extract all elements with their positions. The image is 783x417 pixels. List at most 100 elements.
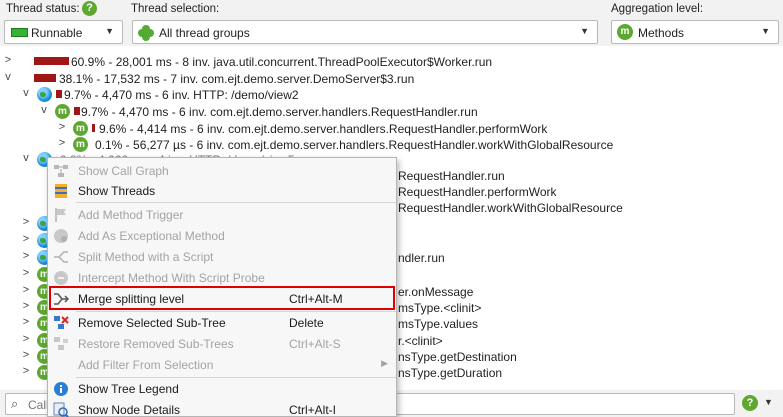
expand-icon[interactable]: > <box>21 250 31 262</box>
tree-node-label: RequestHandler.performWork <box>398 185 557 199</box>
menu-item-label: Add Filter From Selection <box>78 358 214 372</box>
tree-row[interactable]: > 60.9% - 28,001 ms - 8 inv. java.util.c… <box>0 53 783 70</box>
split-icon <box>54 251 68 263</box>
menu-item-label: Show Call Graph <box>78 164 169 178</box>
aggregation-value: Methods <box>638 26 685 40</box>
aggregation-combo[interactable]: m Methods ▼ <box>611 20 779 44</box>
tree-node-label: msType.values <box>398 317 479 331</box>
menu-item-label: Show Node Details <box>78 403 181 417</box>
menu-item-label: Add Method Trigger <box>78 208 184 222</box>
menu-item-intercept-method[interactable]: Intercept Method With Script Probe <box>48 267 396 288</box>
hotspot-bar <box>74 107 80 115</box>
tree-row[interactable]: v 38.1% - 17,532 ms - 7 inv. com.ejt.dem… <box>0 70 783 87</box>
tree-node-label: r.<clinit> <box>398 334 443 348</box>
tree-node-label: msType.<clinit> <box>398 301 482 315</box>
menu-item-show-tree-legend[interactable]: Show Tree Legend <box>48 378 396 399</box>
menu-item-split-method[interactable]: Split Method with a Script <box>48 246 396 267</box>
tree-row[interactable]: v 9.7% - 4,470 ms - 6 inv. HTTP: /demo/v… <box>0 86 783 103</box>
tree-node-label: 60.9% - 28,001 ms - 8 inv. java.util.con… <box>71 55 493 69</box>
method-icon: m <box>617 24 633 40</box>
thread-status-combo[interactable]: Runnable ▼ <box>4 20 123 44</box>
tree-node-label: RequestHandler.workWithGlobalResource <box>398 201 623 215</box>
tree-node-label: RequestHandler.run <box>398 169 505 183</box>
runnable-status-icon <box>11 28 28 37</box>
collapse-icon[interactable]: v <box>21 152 31 164</box>
submenu-arrow-icon: ▶ <box>381 358 388 368</box>
expand-icon[interactable]: > <box>21 284 31 296</box>
expand-icon[interactable]: > <box>21 233 31 245</box>
tree-node-label: er.onMessage <box>398 285 474 299</box>
hotspot-bar <box>92 124 95 132</box>
menu-item-shortcut: Ctrl+Alt-S <box>289 337 341 351</box>
expand-icon[interactable]: > <box>21 333 31 345</box>
menu-item-restore-subtrees[interactable]: Restore Removed Sub-Trees Ctrl+Alt-S <box>48 333 396 354</box>
tree-row[interactable]: v m 9.7% - 4,470 ms - 6 inv. com.ejt.dem… <box>0 103 783 120</box>
expand-icon[interactable]: > <box>3 54 13 66</box>
menu-item-label: Intercept Method With Script Probe <box>78 271 265 285</box>
thread-groups-icon <box>138 25 154 41</box>
menu-item-label: Show Tree Legend <box>78 382 179 396</box>
tree-node-label: 9.7% - 4,470 ms - 6 inv. com.ejt.demo.se… <box>81 105 478 119</box>
menu-item-label: Show Threads <box>78 184 156 198</box>
search-icon: ⌕ <box>11 396 19 411</box>
thread-status-help-icon[interactable]: ? <box>82 1 97 16</box>
menu-item-show-call-graph[interactable]: Show Call Graph <box>48 160 396 181</box>
menu-item-shortcut: Delete <box>289 316 324 330</box>
menu-item-add-filter[interactable]: Add Filter From Selection ▶ <box>48 354 396 375</box>
tree-row[interactable]: > m 9.6% - 4,414 ms - 6 inv. com.ejt.dem… <box>0 120 783 137</box>
tree-node-label: 9.6% - 4,414 ms - 6 inv. com.ejt.demo.se… <box>99 122 548 136</box>
expand-icon[interactable]: > <box>21 300 31 312</box>
probe-icon <box>54 271 68 285</box>
menu-item-label: Remove Selected Sub-Tree <box>78 316 226 330</box>
tree-node-label: 9.7% - 4,470 ms - 6 inv. HTTP: /demo/vie… <box>64 88 299 102</box>
expand-icon[interactable]: > <box>21 216 31 228</box>
menu-item-show-node-details[interactable]: Show Node Details Ctrl+Alt-I <box>48 399 396 417</box>
menu-item-add-method-trigger[interactable]: Add Method Trigger <box>48 204 396 225</box>
thread-selection-label: Thread selection: <box>131 3 220 15</box>
tree-node-label: 0.1% - 56,277 µs - 6 inv. com.ejt.demo.s… <box>95 138 614 152</box>
collapse-icon[interactable]: v <box>3 71 13 83</box>
thread-selection-combo[interactable]: All thread groups ▼ <box>132 20 598 44</box>
expand-icon[interactable]: > <box>21 349 31 361</box>
method-icon: m <box>73 121 88 136</box>
chevron-down-icon: ▼ <box>761 26 770 36</box>
highlight-box <box>49 286 395 310</box>
exceptional-method-icon <box>54 229 68 243</box>
expand-icon[interactable]: > <box>21 365 31 377</box>
method-icon: m <box>55 104 70 119</box>
expand-icon[interactable]: > <box>57 137 67 149</box>
menu-item-show-threads[interactable]: Show Threads <box>48 180 396 201</box>
expand-icon[interactable]: > <box>57 121 67 133</box>
chevron-down-icon[interactable]: ▼ <box>764 397 773 407</box>
menu-item-label: Restore Removed Sub-Trees <box>78 337 234 351</box>
threads-icon <box>55 184 67 198</box>
collapse-icon[interactable]: v <box>39 104 49 116</box>
node-details-icon <box>53 402 69 417</box>
menu-item-label: Add As Exceptional Method <box>78 229 225 243</box>
hotspot-bar <box>56 90 62 98</box>
expand-icon[interactable]: > <box>21 316 31 328</box>
tree-node-label: ndler.run <box>398 251 445 265</box>
chevron-down-icon: ▼ <box>580 26 589 36</box>
menu-item-shortcut: Ctrl+Alt-I <box>289 403 337 417</box>
menu-separator <box>76 202 396 203</box>
method-icon: m <box>73 137 88 152</box>
tree-node-label: 38.1% - 17,532 ms - 7 inv. com.ejt.demo.… <box>59 72 415 86</box>
search-placeholder: Call <box>28 398 49 412</box>
menu-item-label: Split Method with a Script <box>78 250 214 264</box>
menu-item-add-exceptional-method[interactable]: Add As Exceptional Method <box>48 225 396 246</box>
remove-subtree-icon <box>54 316 69 329</box>
flag-icon <box>55 208 66 222</box>
restore-icon <box>54 337 68 350</box>
search-help-icon[interactable]: ? <box>742 395 758 411</box>
thread-status-label: Thread status: <box>6 3 80 15</box>
menu-item-remove-subtree[interactable]: Remove Selected Sub-Tree Delete <box>48 312 396 333</box>
thread-status-value: Runnable <box>31 26 83 40</box>
tree-node-label: nsType.getDestination <box>398 350 517 364</box>
collapse-icon[interactable]: v <box>21 87 31 99</box>
thread-selection-value: All thread groups <box>159 26 250 40</box>
tree-node-label: nsType.getDuration <box>398 366 503 380</box>
expand-icon[interactable]: > <box>21 267 31 279</box>
toolbar: Thread status: ? Runnable ▼ Thread selec… <box>0 0 783 46</box>
call-graph-icon <box>54 165 68 177</box>
